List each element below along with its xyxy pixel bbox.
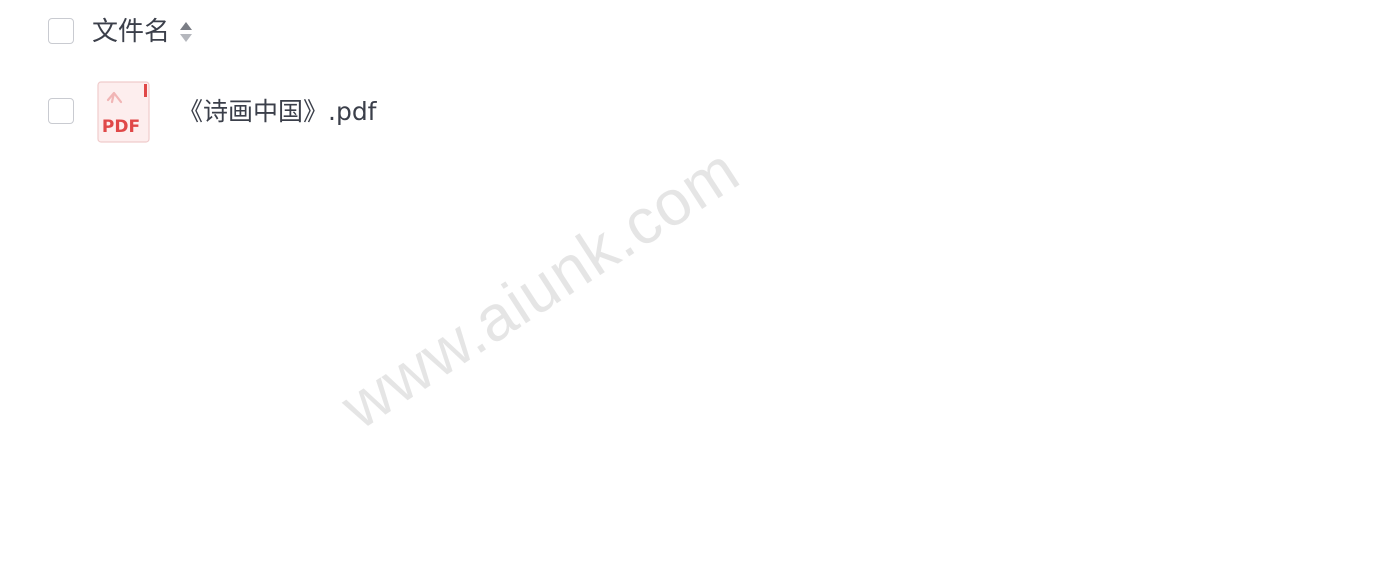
select-all-checkbox[interactable] [48,18,74,44]
column-header-filename[interactable]: 文件名 [92,15,170,49]
sort-updown-icon[interactable] [178,21,194,43]
pdf-icon-label: PDF [102,117,140,137]
watermark-text: www.aiunk.com [328,133,752,443]
file-name-link[interactable]: 《诗画中国》.pdf [178,95,377,129]
file-list-page: 文件名 PDF 《诗画中国》.pdf www.aiunk.com [0,0,1384,588]
pdf-file-icon: PDF [97,81,151,144]
file-row-checkbox[interactable] [48,98,74,124]
